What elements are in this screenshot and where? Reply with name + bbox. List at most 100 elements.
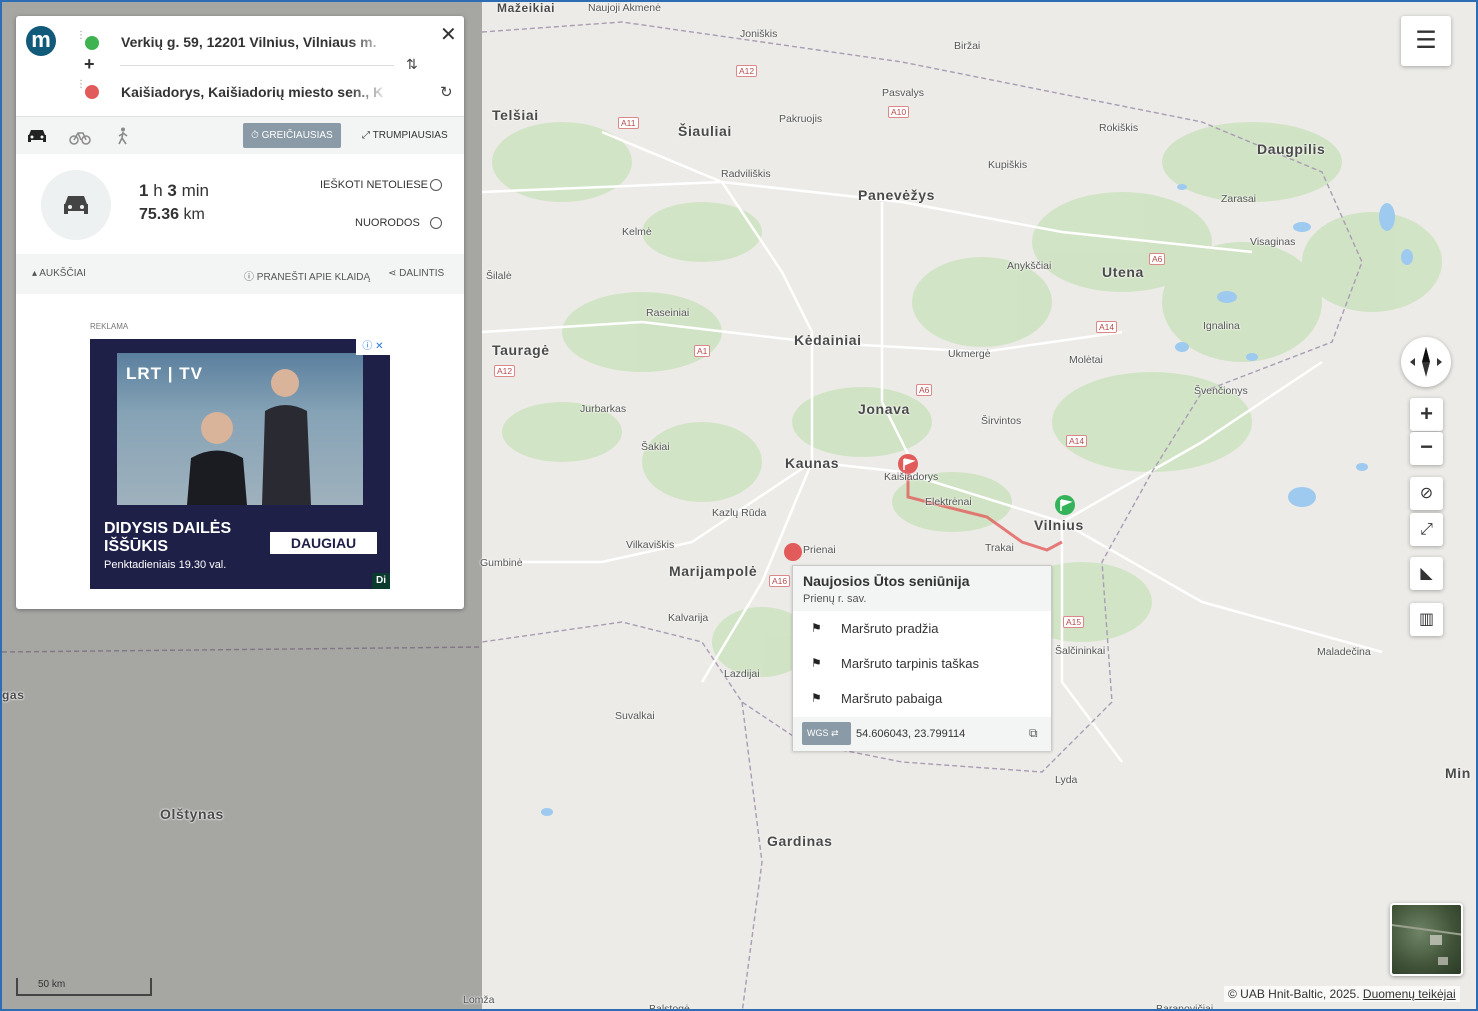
menu-button[interactable]: ☰ xyxy=(1401,16,1451,66)
route-tools-bar: ▴ AUKŠČIAI ⓘ PRANEŠTI APIE KLAIDĄ ⋖ DALI… xyxy=(16,254,464,294)
share-button[interactable]: ⋖ DALINTIS xyxy=(388,268,444,279)
drag-handle-icon[interactable]: ⋮ xyxy=(76,80,86,90)
walk-mode-icon[interactable] xyxy=(116,127,130,145)
coord-system-toggle[interactable]: WGS ⇄ xyxy=(802,722,851,745)
town-label: Molėtai xyxy=(1069,354,1103,366)
popup-subtitle: Prienų r. sav. xyxy=(803,593,867,605)
elevation-button[interactable]: ▴ AUKŠČIAI xyxy=(32,268,86,279)
city-label: Kaunas xyxy=(785,455,840,471)
town-label: Gumbinė xyxy=(480,557,523,569)
search-nearby-icon[interactable] xyxy=(430,179,442,191)
car-mode-icon[interactable] xyxy=(26,127,48,145)
road-shield: A12 xyxy=(494,365,516,377)
town-label: Zarasai xyxy=(1221,193,1257,205)
town-label: Šalčininkai xyxy=(1055,645,1106,657)
city-label: Gardinas xyxy=(767,833,833,849)
drag-handle-icon[interactable]: ⋮ xyxy=(76,31,86,41)
town-label: Kalvarija xyxy=(668,612,709,624)
town-label: Rokiškis xyxy=(1099,122,1139,134)
road-shield: A11 xyxy=(618,117,639,129)
directions-icon[interactable] xyxy=(430,217,442,229)
flag-icon: ⚑ xyxy=(811,691,822,705)
measure-icon[interactable]: ◣ xyxy=(1410,557,1443,590)
city-label: Panevėžys xyxy=(858,187,936,203)
road-shield: A6 xyxy=(916,384,933,396)
road-shield: A14 xyxy=(1066,435,1088,447)
ad-label: REKLAMA xyxy=(90,322,129,331)
map-layers-icon[interactable]: ▥ xyxy=(1410,603,1443,636)
city-label: Telšiai xyxy=(492,107,539,123)
fastest-route-option[interactable]: ⏱ GREIČIAUSIAS xyxy=(243,123,341,148)
town-label: Lazdijai xyxy=(724,668,760,680)
flag-icon: ⚑ xyxy=(811,621,822,635)
report-error-button[interactable]: ⓘ PRANEŠTI APIE KLAIDĄ xyxy=(244,268,370,283)
town-label: Prienai xyxy=(803,544,836,556)
satellite-layer-toggle[interactable] xyxy=(1390,903,1463,976)
set-route-end-item[interactable]: ⚑ Maršruto pabaiga xyxy=(793,681,1051,716)
swap-route-icon[interactable]: ⇅ xyxy=(406,56,418,73)
flag-icon: ⚑ xyxy=(811,656,822,670)
town-label: Elektrėnai xyxy=(925,496,972,508)
town-label: Joniškis xyxy=(740,28,778,40)
route-to-input[interactable]: Kaišiadorys, Kaišiadorių miesto sen., K xyxy=(121,84,389,100)
set-route-waypoint-item[interactable]: ⚑ Maršruto tarpinis taškas xyxy=(793,646,1051,681)
coordinates-value: 54.606043, 23.799114 xyxy=(856,728,966,740)
set-route-start-item[interactable]: ⚑ Maršruto pradžia xyxy=(793,611,1051,646)
town-label: Trakai xyxy=(985,542,1014,554)
ad-cta-button[interactable]: DAUGIAU xyxy=(270,532,377,554)
town-label: Švenčionys xyxy=(1194,385,1248,397)
road-shield: A12 xyxy=(736,65,758,77)
route-duration: 1 h 3 min xyxy=(139,181,210,200)
bike-mode-icon[interactable] xyxy=(69,129,91,145)
town-label: Naujoji Akmenė xyxy=(588,2,661,14)
car-summary-icon xyxy=(41,170,111,240)
town-label: Kaišiadorys xyxy=(884,471,939,483)
city-label: gas xyxy=(2,688,25,702)
town-label: Biržai xyxy=(954,40,981,52)
fullscreen-icon[interactable]: ⤢ xyxy=(1410,513,1443,546)
city-label: Kėdainiai xyxy=(794,332,862,348)
compass-control[interactable] xyxy=(1401,337,1451,387)
ad-choices-icon[interactable]: ⓘ ✕ xyxy=(356,339,390,355)
start-pin-icon xyxy=(85,36,99,50)
search-nearby-button[interactable]: IEŠKOTI NETOLIESE xyxy=(320,179,428,191)
zoom-out-button[interactable]: − xyxy=(1410,432,1443,465)
town-label: Raseiniai xyxy=(646,307,690,319)
ad-title: DIDYSIS DAILĖS IŠŠŪKIS xyxy=(104,520,232,555)
popup-header: Naujosios Ūtos seniūnija Prienų r. sav. xyxy=(793,566,1051,611)
field-divider xyxy=(120,65,394,66)
app-logo[interactable]: m xyxy=(26,26,56,56)
directions-button[interactable]: NUORODOS xyxy=(355,217,420,229)
popup-footer: WGS ⇄ 54.606043, 23.799114 ⧉ xyxy=(793,717,1051,751)
road-shield: A14 xyxy=(1096,321,1118,333)
town-label: Ukmergė xyxy=(948,348,991,360)
advertisement-banner[interactable]: LRT | TV DIDYSIS DAILĖS IŠŠŪKIS Penktadi… xyxy=(90,339,390,589)
zoom-in-button[interactable]: + xyxy=(1410,398,1443,431)
city-label: Šiauliai xyxy=(678,123,732,139)
map-attribution: © UAB Hnit-Baltic, 2025. Duomenų teikėja… xyxy=(1224,986,1460,1002)
copy-icon[interactable]: ⧉ xyxy=(1029,726,1038,741)
shortest-route-option[interactable]: ⤢ TRUMPIAUSIAS xyxy=(354,123,456,148)
popup-title: Naujosios Ūtos seniūnija xyxy=(803,573,970,589)
compass-icon xyxy=(1410,347,1442,377)
city-label: Daugpilis xyxy=(1257,141,1326,157)
town-label: Maladečina xyxy=(1317,646,1371,658)
road-shield: A15 xyxy=(1063,616,1085,628)
road-shield: A16 xyxy=(769,575,791,587)
ad-badge: Di xyxy=(372,573,390,589)
city-label: Tauragė xyxy=(492,342,550,358)
city-label: Marijampolė xyxy=(669,563,758,579)
town-label: Kupiškis xyxy=(988,159,1028,171)
road-shield: A1 xyxy=(694,345,711,357)
route-from-input[interactable]: Verkių g. 59, 12201 Vilnius, Vilniaus m. xyxy=(121,34,389,50)
travel-mode-bar: ⏱ GREIČIAUSIAS ⤢ TRUMPIAUSIAS xyxy=(16,116,464,154)
close-panel-button[interactable]: ✕ xyxy=(440,22,457,47)
town-label: Lomža xyxy=(463,994,495,1006)
recalculate-icon[interactable]: ↻ xyxy=(440,83,453,101)
locate-disabled-icon[interactable]: ⊘ xyxy=(1410,477,1443,510)
data-providers-link[interactable]: Duomenų teikėjai xyxy=(1363,987,1456,1001)
town-label: Šilalė xyxy=(486,270,512,282)
town-label: Pasvalys xyxy=(882,87,925,99)
add-waypoint-button[interactable]: + xyxy=(84,54,95,75)
route-distance: 75.36 km xyxy=(139,206,205,223)
